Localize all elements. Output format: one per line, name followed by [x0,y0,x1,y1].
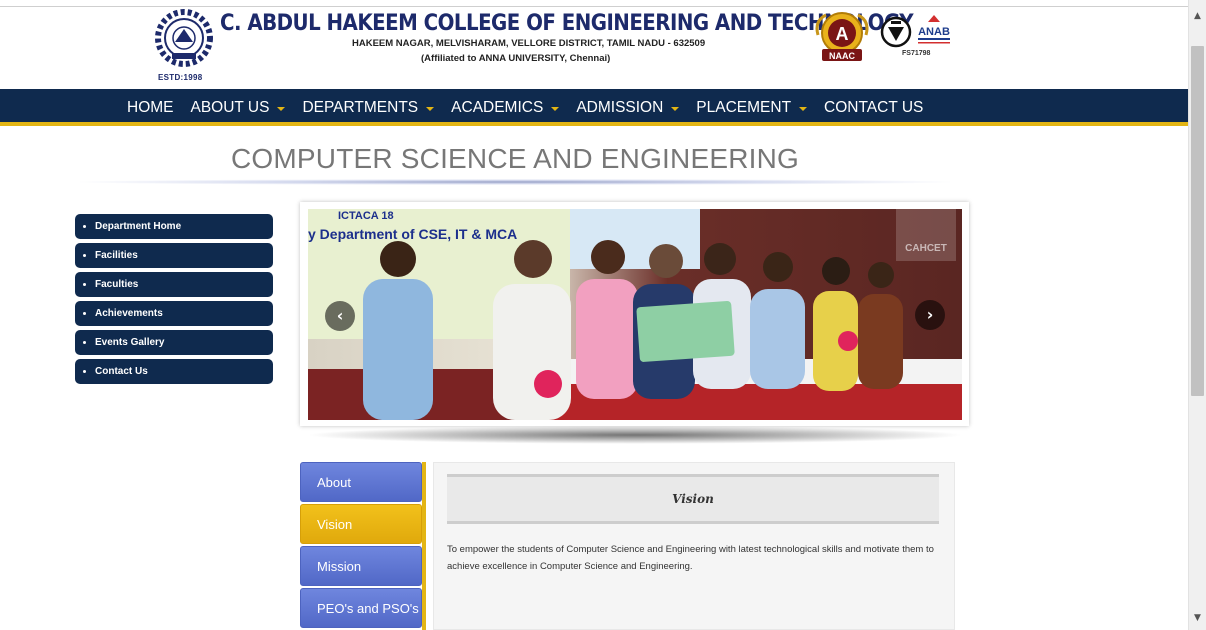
scroll-down-arrow-icon[interactable]: ▼ [1189,610,1206,626]
nav-home-label: HOME [127,98,174,116]
side-item-events-gallery[interactable]: Events Gallery [75,330,273,355]
content-heading-box: Vision [447,474,939,524]
chevron-left-icon[interactable]: ‹ [325,301,355,331]
event-photo-illustration: ICTACA 18 y Department of CSE, IT & MCA [308,209,962,420]
college-affiliation: (Affiliated to ANNA UNIVERSITY, Chennai) [421,53,611,64]
nav-about-us[interactable]: ABOUT US [191,99,286,117]
side-item-contact-us[interactable]: Contact Us [75,359,273,384]
bullet-icon [83,341,86,344]
content-text: To empower the students of Computer Scie… [447,544,934,572]
naac-label: NAAC [829,51,855,61]
caret-down-icon [426,106,435,111]
tab-about[interactable]: About [300,462,422,502]
department-tabs: About Vision Mission PEO's and PSO's [300,462,422,630]
caret-down-icon [671,106,680,111]
anab-accreditation-icon: ANAB [918,15,950,44]
content-heading: Vision [672,492,714,506]
nav-admission[interactable]: ADMISSION [576,98,680,117]
nav-departments-label: DEPARTMENTS [302,98,419,116]
estd-label: ESTD:1998 [158,73,203,82]
certificate-code: FS71798 [902,50,931,57]
tab-vision[interactable]: Vision [300,504,422,544]
nav-placement-label: PLACEMENT [696,98,792,116]
page-title: COMPUTER SCIENCE AND ENGINEERING [230,143,800,174]
banner-subtitle: y Department of CSE, IT & MCA [308,226,517,242]
slider-watermark: CAHCET [905,243,947,254]
side-item-label: Contact Us [95,366,148,377]
scroll-up-arrow-icon[interactable]: ▲ [1189,8,1206,24]
side-item-department-home[interactable]: Department Home [75,214,273,239]
bullet-icon [83,370,86,373]
main-nav: HOME ABOUT US DEPARTMENTS ACADEMICS ADMI… [127,89,940,126]
anab-label: ANAB [918,26,950,38]
side-item-facilities[interactable]: Facilities [75,243,273,268]
nav-admission-label: ADMISSION [576,98,664,116]
slider-shadow [305,426,965,444]
chevron-right-icon[interactable]: › [915,300,945,330]
title-underline [80,179,950,185]
tab-content-panel: Vision To empower the students of Comput… [433,462,955,630]
college-address: HAKEEM NAGAR, MELVISHARAM, VELLORE DISTR… [352,38,706,49]
vertical-scrollbar[interactable]: ▲ ▼ [1188,0,1206,630]
tab-peos-psos[interactable]: PEO's and PSO's [300,588,422,628]
image-slider: ICTACA 18 y Department of CSE, IT & MCA [300,202,969,426]
side-item-label: Achievements [95,308,163,319]
bullet-icon [83,283,86,286]
main-navbar: HOME ABOUT US DEPARTMENTS ACADEMICS ADMI… [0,89,1188,126]
bullet-icon [83,225,86,228]
naac-badge-icon: A NAAC [815,12,869,61]
side-item-label: Events Gallery [95,337,165,348]
department-side-menu: Department Home Facilities Faculties Ach… [75,214,273,388]
bullet-icon [83,312,86,315]
side-item-label: Department Home [95,221,182,232]
nav-academics[interactable]: ACADEMICS [451,98,560,117]
slider-photo: ICTACA 18 y Department of CSE, IT & MCA [308,209,962,420]
caret-down-icon [551,106,560,111]
bullet-icon [83,254,86,257]
nav-home[interactable]: HOME [127,99,174,117]
side-item-achievements[interactable]: Achievements [75,301,273,326]
nav-about-us-label: ABOUT US [190,98,270,116]
side-item-label: Facilities [95,250,138,261]
scrollbar-thumb[interactable] [1191,46,1204,396]
nav-placement[interactable]: PLACEMENT [696,98,808,117]
college-gear-emblem-icon [155,9,213,67]
site-header: ESTD:1998 C. ABDUL HAKEEM COLLEGE OF ENG… [0,7,1188,89]
caret-down-icon [277,106,286,111]
nav-departments[interactable]: DEPARTMENTS [302,98,435,117]
tab-mission[interactable]: Mission [300,546,422,586]
nav-contact-us-label: CONTACT US [824,98,924,116]
side-item-label: Faculties [95,279,139,290]
tab-divider [422,462,426,630]
naac-grade: A [836,24,849,44]
nav-contact-us[interactable]: CONTACT US [824,99,923,117]
side-item-faculties[interactable]: Faculties [75,272,273,297]
college-name: C. ABDUL HAKEEM COLLEGE OF ENGINEERING A… [220,11,914,36]
nav-academics-label: ACADEMICS [451,98,544,116]
banner-text: ICTACA 18 [338,210,394,222]
caret-down-icon [799,106,808,111]
bis-certification-icon [880,16,912,48]
